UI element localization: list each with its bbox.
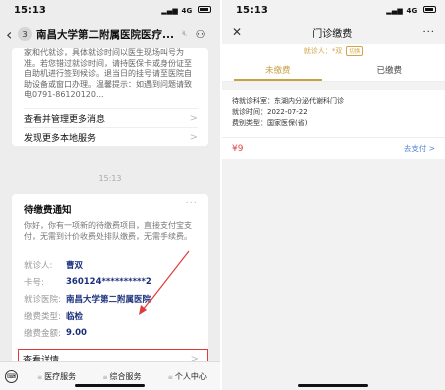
person-icon[interactable]: ⚇ [196, 28, 206, 41]
message-text: 家和代就诊，具体就诊时间以医生现场叫号为准。若您错过就诊时间，请持医保卡或身份证… [24, 48, 192, 99]
more-icon[interactable]: ··· [185, 198, 198, 209]
record-department: 待就诊科室：东湖内分泌代谢科门诊 [232, 97, 344, 105]
menu-icon: ≡ [37, 373, 43, 381]
battery-icon [423, 6, 436, 13]
chat-title: 南昌大学第二附属医院医疗... [36, 28, 174, 41]
message-timestamp: 15:13 [98, 174, 122, 183]
local-services-link[interactable]: 发现更多本地服务 > [24, 127, 198, 146]
menu-icon: ≡ [167, 373, 173, 381]
view-details-label: 查看详情 [23, 355, 60, 362]
payment-amount: ¥9 [232, 143, 244, 154]
switch-patient-button[interactable]: 切换 [346, 46, 364, 56]
field-label: 卡号: [24, 277, 44, 288]
status-bar: 15:13 ▂▄▆ 4G [0, 0, 220, 20]
view-details-button[interactable]: 查看详情 > [18, 349, 208, 361]
manage-messages-label: 查看并管理更多消息 [24, 114, 106, 125]
chat-area[interactable]: 家和代就诊，具体就诊时间以医生现场叫号为准。若您错过就诊时间，请持医保卡或身份证… [0, 48, 220, 361]
manage-messages-link[interactable]: 查看并管理更多消息 > [24, 108, 198, 127]
patient-bar: 就诊人：*双 切换 [222, 44, 445, 58]
payment-action-row: ¥9 去支付 > [222, 137, 445, 159]
status-time: 15:13 [236, 4, 268, 16]
record-visit-time: 就诊时间：2022-07-22 [232, 108, 308, 116]
chevron-right-icon: > [189, 112, 198, 124]
field-value: 360124**********2 [66, 276, 152, 287]
record-fee-type: 费别类型：国家医保(省) [232, 119, 308, 127]
home-indicator [75, 384, 145, 387]
tab-personal-center[interactable]: ≡ 个人中心 [155, 371, 220, 382]
tab-label: 个人中心 [174, 371, 207, 381]
field-label: 缴费类型: [24, 311, 61, 322]
menu-icon: ≡ [102, 373, 108, 381]
patient-name: 就诊人：*双 [303, 47, 343, 55]
tab-general-services[interactable]: ≡ 综合服务 [89, 371, 154, 382]
notice-title: 待缴费通知 [24, 205, 72, 216]
field-value: 南昌大学第二附属医院 [66, 294, 152, 305]
home-indicator [298, 384, 368, 387]
left-phone-screen: 15:13 ▂▄▆ 4G ‹ 3 南昌大学第二附属医院医疗... 🔇︎ ⚇ 家和… [0, 0, 220, 390]
message-card-previous: 家和代就诊，具体就诊时间以医生现场叫号为准。若您错过就诊时间，请持医保卡或身份证… [12, 48, 208, 146]
unread-badge: 3 [18, 27, 32, 41]
field-value: 曹双 [66, 260, 84, 271]
status-indicators: ▂▄▆ 4G [161, 5, 211, 16]
page-title: 门诊缴费 [312, 28, 353, 40]
field-row: 就诊人: 曹双 [24, 256, 198, 273]
field-value: 9.00 [66, 327, 87, 338]
field-row: 就诊医院: 南昌大学第二附属医院 [24, 290, 198, 307]
notice-fields: 就诊人: 曹双 卡号: 360124**********2 就诊医院: 南昌大学… [24, 256, 198, 341]
payment-record: 待就诊科室：东湖内分泌代谢科门诊 就诊时间：2022-07-22 费别类型：国家… [222, 90, 445, 137]
tab-medical-services[interactable]: ≡ 医疗服务 [24, 371, 89, 382]
chat-header: ‹ 3 南昌大学第二附属医院医疗... 🔇︎ ⚇ [0, 20, 220, 48]
field-value: 临检 [66, 311, 84, 322]
notice-description: 你好，你有一项新的待缴费项目，直接支付宝支付，无需到计价收费处排队缴费，无需手续… [24, 221, 192, 241]
keyboard-icon[interactable]: ⌨ [5, 369, 18, 383]
local-services-label: 发现更多本地服务 [24, 133, 97, 144]
field-row: 缴费金额: 9.00 [24, 324, 198, 341]
status-time: 15:13 [14, 4, 46, 16]
page-header: ✕ 门诊缴费 ··· [222, 20, 445, 44]
mute-icon: 🔇︎ [182, 29, 188, 39]
field-row: 缴费类型: 临检 [24, 307, 198, 324]
signal-icon: ▂▄▆ [386, 6, 403, 15]
payment-notice-card: 待缴费通知 ··· 你好，你有一项新的待缴费项目，直接支付宝支付，无需到计价收费… [12, 194, 208, 361]
field-row: 卡号: 360124**********2 [24, 273, 198, 290]
battery-icon [198, 6, 211, 13]
status-indicators: ▂▄▆ 4G [386, 5, 436, 16]
payment-tabs: 未缴费 已缴费 [222, 58, 445, 82]
more-icon[interactable]: ··· [422, 27, 435, 38]
chevron-right-icon: > [189, 131, 198, 143]
status-bar: 15:13 ▂▄▆ 4G [222, 0, 445, 20]
network-type: 4G [406, 6, 418, 15]
tab-label: 综合服务 [109, 371, 142, 381]
field-label: 缴费金额: [24, 328, 61, 339]
back-icon[interactable]: ‹ [6, 25, 16, 44]
tab-paid[interactable]: 已缴费 [334, 58, 445, 81]
signal-icon: ▂▄▆ [161, 6, 178, 15]
close-icon[interactable]: ✕ [232, 25, 242, 39]
pay-now-link[interactable]: 去支付 > [404, 143, 435, 154]
field-label: 就诊医院: [24, 294, 61, 305]
network-type: 4G [181, 6, 193, 15]
tab-label: 医疗服务 [44, 371, 77, 381]
right-phone-screen: 15:13 ▂▄▆ 4G ✕ 门诊缴费 ··· 就诊人：*双 切换 未缴费 已缴… [222, 0, 445, 390]
field-label: 就诊人: [24, 260, 53, 271]
chevron-right-icon: > [190, 353, 199, 362]
tab-unpaid[interactable]: 未缴费 [222, 58, 334, 81]
